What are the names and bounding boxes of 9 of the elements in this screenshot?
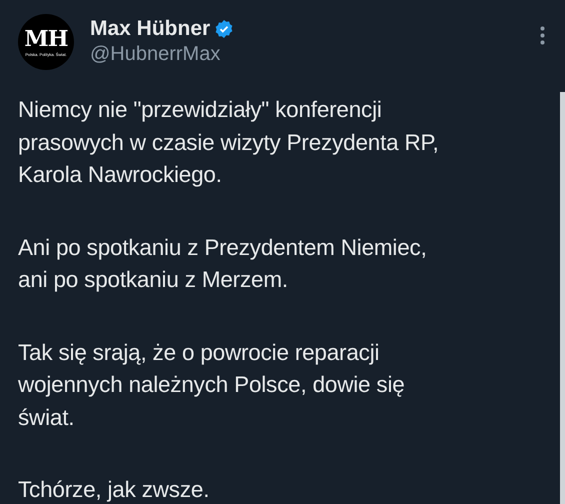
author-name[interactable]: Max Hübner	[90, 17, 210, 41]
more-options-icon[interactable]	[540, 26, 545, 45]
tweet-paragraph: Niemcy nie "przewidziały" konferencji prasowych w czasie wizyty Prezydenta RP, Karola Nawrockiego.	[18, 96, 440, 189]
scrollbar[interactable]	[560, 92, 565, 504]
author-handle[interactable]: @HubnerrMax	[90, 41, 234, 67]
tweet-paragraph: Ani po spotkaniu z Prezydentem Niemiec, ani po spotkaniu z Merzem.	[18, 234, 428, 294]
avatar-initials: MH	[24, 28, 68, 50]
tweet-paragraph: Tak się srają, że o powrocie reparacji wojennych należnych Polsce, dowie się świat.	[18, 338, 406, 432]
tweet-paragraph: Tchórze, jak zwsze.	[18, 476, 210, 504]
